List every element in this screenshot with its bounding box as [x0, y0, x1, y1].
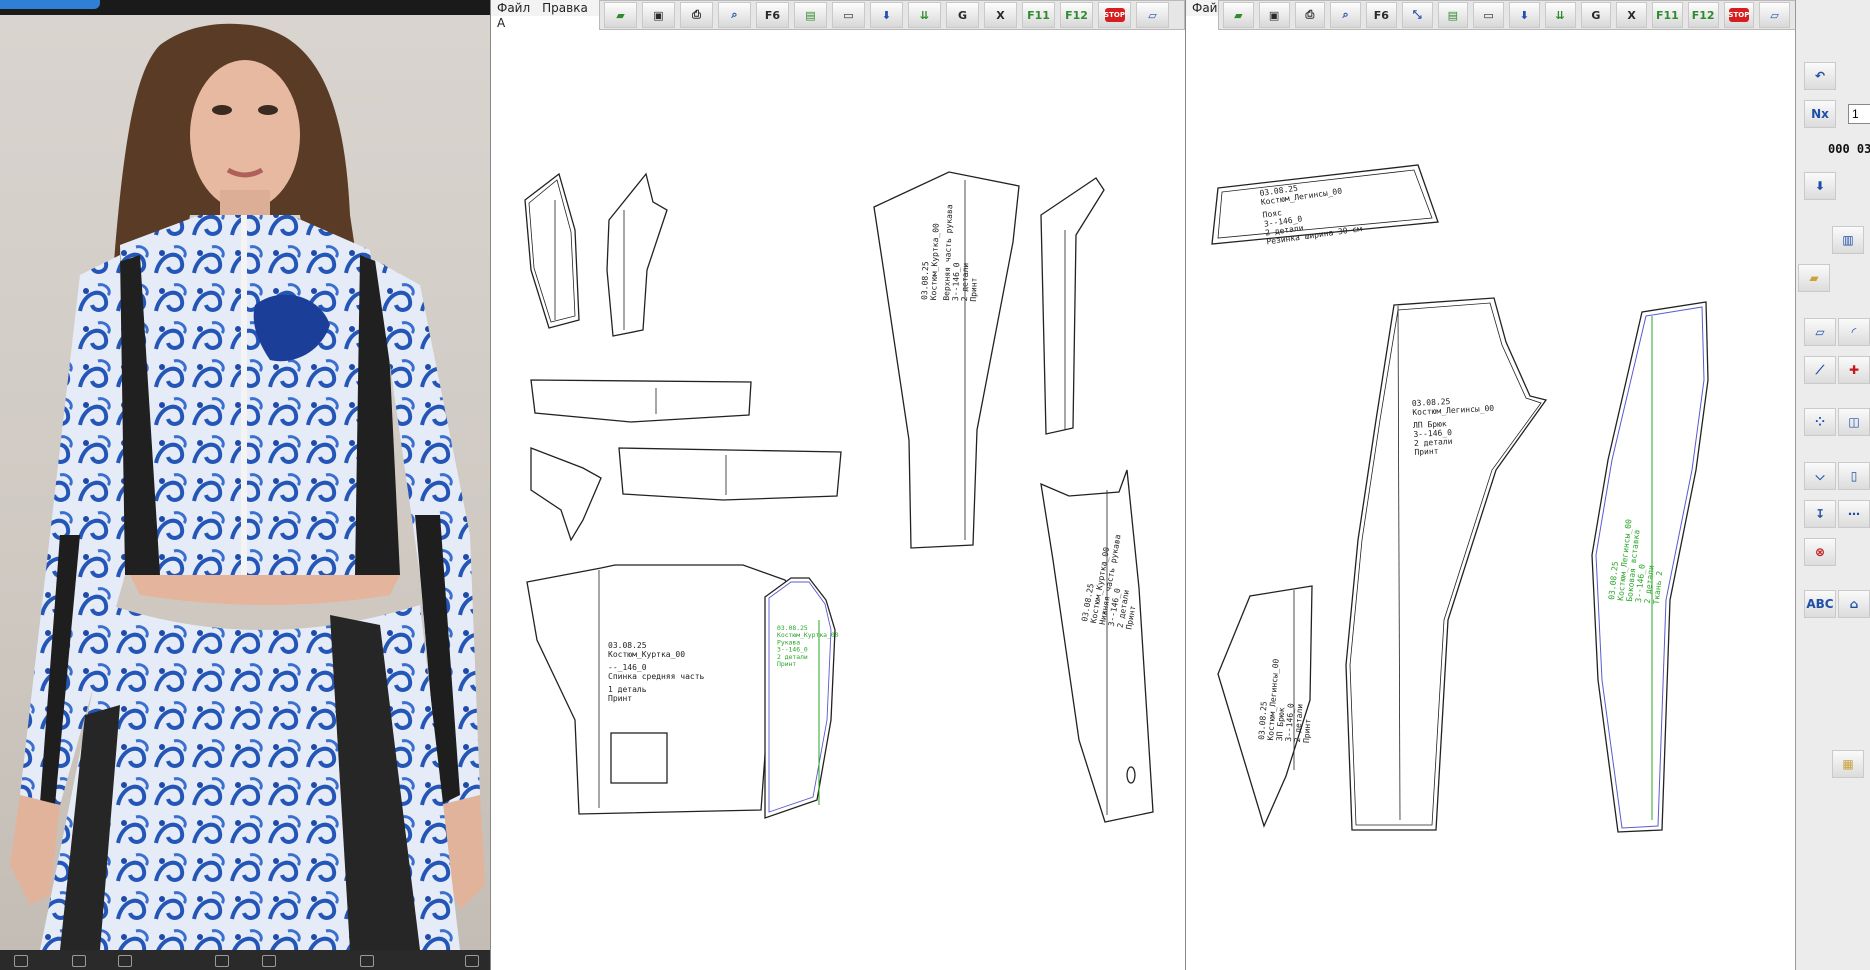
waistband-piece[interactable]	[618, 447, 842, 501]
small-leg-fabric: Принт	[1302, 718, 1313, 743]
open-folder-icon[interactable]: ▰	[1798, 264, 1830, 292]
sleeve-green-fabric: Принт	[777, 660, 796, 668]
piece-outline-icon[interactable]: ▱	[1804, 318, 1836, 346]
curve-icon[interactable]: ◜	[1838, 318, 1870, 346]
back-center-name: Спинка средняя часть	[608, 672, 705, 681]
photo-viewer-titlebar	[0, 0, 490, 15]
front-leg-fabric: Принт	[1414, 447, 1439, 457]
strip-piece[interactable]	[1040, 177, 1105, 435]
reference-photo-panel	[0, 0, 490, 970]
sleeve-lower-piece[interactable]	[1040, 469, 1154, 823]
back-center-date: 03.08.25	[608, 641, 647, 650]
cad-window-jacket: Файл ПравкаА ▰ ▣ ⎙ ⌕ F6 ▤ ▭ ⬇ ⇊ G X F11 F…	[490, 0, 1185, 970]
dart-icon[interactable]: ⌵	[1804, 462, 1836, 490]
page-number-input[interactable]	[1848, 104, 1870, 124]
menu-edit[interactable]: Правка	[536, 0, 594, 15]
edit-icon[interactable]	[360, 955, 374, 967]
rotate-icon[interactable]	[14, 955, 28, 967]
menu-bar: Файл ПравкаА	[491, 0, 601, 30]
back-center-fabric: Принт	[608, 694, 632, 703]
pieces-stack-icon[interactable]: ▥	[1832, 226, 1864, 254]
favorite-icon[interactable]	[72, 955, 86, 967]
undo-icon[interactable]: ↶	[1804, 62, 1836, 90]
pleat-icon[interactable]: ▯	[1838, 462, 1870, 490]
grain-line-icon[interactable]: ↧	[1804, 500, 1836, 528]
line-tool-icon[interactable]: ⟋	[1804, 356, 1836, 384]
layout-icon[interactable]: ▦	[1832, 750, 1864, 778]
menu-file[interactable]: Файл	[491, 0, 536, 15]
cross-point-icon[interactable]: ✚	[1838, 356, 1870, 384]
piece-counter: 000 03	[1828, 142, 1870, 156]
model-illustration	[10, 23, 485, 950]
zoom-icon[interactable]	[118, 955, 132, 967]
cuff-piece-right[interactable]	[606, 172, 668, 337]
points-icon[interactable]: ⁘	[1804, 408, 1836, 436]
fit-icon[interactable]	[262, 955, 276, 967]
pattern-canvas[interactable]: 03.08.25 Костюм_Куртка_00 --_146_0 Спинк…	[491, 16, 1185, 970]
sleeve-top-fabric: Принт	[969, 277, 979, 302]
back-center-model: Костюм_Куртка_00	[608, 650, 685, 659]
reference-photo	[0, 15, 490, 950]
collar-piece[interactable]	[530, 379, 752, 423]
piece-rotate-icon[interactable]: ⌂	[1838, 590, 1870, 618]
back-center-size: --_146_0	[608, 663, 647, 672]
photo-viewer-statusbar	[0, 950, 490, 970]
more-icon[interactable]	[465, 955, 479, 967]
back-center-count: 1 деталь	[608, 685, 647, 694]
vertical-toolbar: ↶ Nx 000 03 ⬇ ▥ ▰ ▱ ◜ ⟋ ✚ ⁘ ◫ ⌵ ▯ ↧ ⋯ ⊗ …	[1795, 0, 1870, 970]
notch-icon[interactable]: ⋯	[1838, 500, 1870, 528]
menu-bar: Файл	[1186, 0, 1225, 16]
photo-viewer-tab[interactable]	[0, 0, 100, 9]
sleeve-piece-green[interactable]	[764, 577, 836, 819]
crop-icon[interactable]	[215, 955, 229, 967]
cad-window-leggings: Файл ▰ ▣ ⎙ ⌕ F6 ⤡ ▤ ▭ ⬇ ⇊ G X F11 F12 ST…	[1185, 0, 1796, 970]
shape-combine-icon[interactable]: ◫	[1838, 408, 1870, 436]
label-box	[610, 732, 668, 784]
front-leg-piece[interactable]	[1345, 297, 1548, 831]
delete-point-icon[interactable]: ⊗	[1804, 538, 1836, 566]
gusset-piece[interactable]	[530, 447, 602, 542]
nx-icon[interactable]: Nx	[1804, 100, 1836, 128]
text-tool-icon[interactable]: ABC	[1804, 590, 1836, 618]
download-icon[interactable]: ⬇	[1804, 172, 1836, 200]
cuff-piece-left[interactable]	[524, 172, 580, 329]
pattern-canvas[interactable]: 03.08.25 Костюм_Легинсы_00 Пояс 3--146_0…	[1186, 16, 1796, 970]
